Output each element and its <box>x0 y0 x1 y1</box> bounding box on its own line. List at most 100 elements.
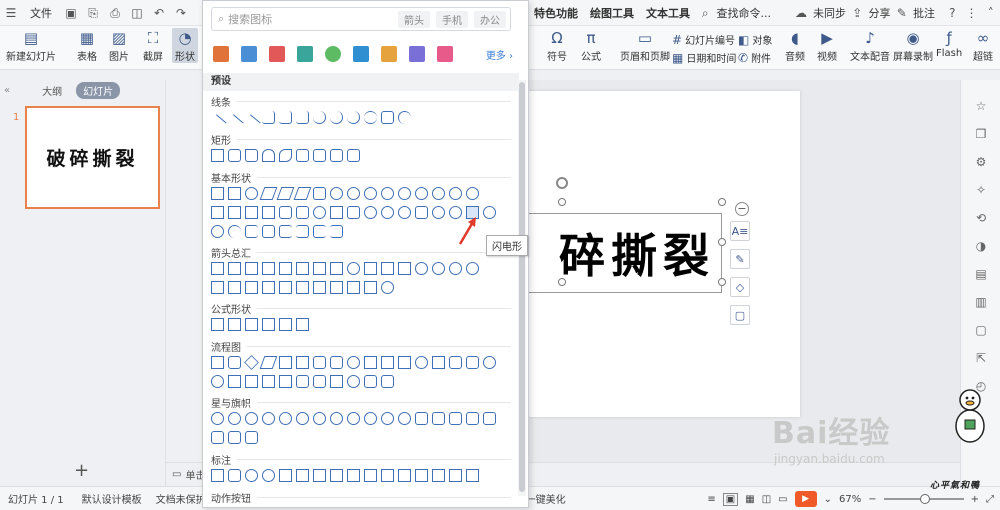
zoom-slider[interactable] <box>883 494 964 504</box>
border-callout3-shape[interactable] <box>449 469 462 482</box>
resize-handle-top[interactable] <box>558 198 566 206</box>
transition-icon[interactable]: ⟲ <box>973 210 989 226</box>
curved-ribbon-down-shape[interactable] <box>466 412 479 425</box>
flash-button[interactable]: ƒ Flash <box>936 28 962 59</box>
decagon-shape[interactable] <box>398 187 411 200</box>
oval-callout-shape[interactable] <box>245 469 258 482</box>
collapse-icon[interactable]: ˄ <box>986 6 997 20</box>
slide-canvas[interactable]: 碎撕裂 <box>508 91 800 417</box>
quad-arrow-callout-shape[interactable] <box>364 281 377 294</box>
down-arrow-shape[interactable] <box>262 262 275 275</box>
video-button[interactable]: ▶ 视频 <box>816 28 838 63</box>
smiley-face-shape[interactable] <box>432 206 445 219</box>
equal-shape[interactable] <box>279 318 292 331</box>
no-symbol-shape[interactable] <box>381 206 394 219</box>
right-arrow-callout-shape[interactable] <box>279 281 292 294</box>
bent-arrow-shape[interactable] <box>347 262 360 275</box>
line-callout2-shape[interactable] <box>296 469 309 482</box>
pie-shape[interactable] <box>432 187 445 200</box>
up-arrow-callout-shape[interactable] <box>313 281 326 294</box>
rectangle-shape[interactable] <box>211 149 224 162</box>
tag-arrow[interactable]: 箭头 <box>398 10 430 28</box>
curved-up-arrow-shape[interactable] <box>449 262 462 275</box>
format-icon[interactable]: ⚙ <box>973 154 989 170</box>
moon-shape[interactable] <box>211 225 224 238</box>
bookmark-icon[interactable] <box>269 46 285 62</box>
plus-shape[interactable] <box>211 318 224 331</box>
half-frame-shape[interactable] <box>228 206 241 219</box>
reading-view-icon[interactable]: ◫ <box>762 494 771 505</box>
vertical-scroll-shape[interactable] <box>483 412 496 425</box>
resize-handle-right[interactable] <box>718 238 726 246</box>
flow-alternate-process-shape[interactable] <box>228 356 241 369</box>
diag-round-rect-shape[interactable] <box>279 149 292 162</box>
bent-up-arrow-shape[interactable] <box>398 262 411 275</box>
dodecagon-shape[interactable] <box>415 187 428 200</box>
picture-button[interactable]: ▨ 图片 <box>108 28 130 63</box>
flow-display-shape[interactable] <box>381 375 394 388</box>
star16-shape[interactable] <box>364 412 377 425</box>
collapse-toolbar-button[interactable]: − <box>735 202 749 216</box>
sorter-view-icon[interactable]: ▦ <box>745 494 754 505</box>
shape-panel-scrollbar[interactable] <box>518 80 526 496</box>
template-name[interactable]: 默认设计模板 <box>82 491 142 506</box>
pen-icon[interactable]: ✎ <box>730 249 750 269</box>
flow-connector-shape[interactable] <box>415 356 428 369</box>
horizontal-scroll-shape[interactable] <box>211 431 224 444</box>
template-icon[interactable]: ▥ <box>973 294 989 310</box>
triangle-shape[interactable] <box>276 187 295 200</box>
flow-direct-storage-shape[interactable] <box>364 375 377 388</box>
flow-multidocument-shape[interactable] <box>330 356 343 369</box>
ribbon-down-shape[interactable] <box>432 412 445 425</box>
snip-same-side-shape[interactable] <box>296 149 309 162</box>
curve-shape[interactable] <box>364 111 377 124</box>
star32-shape[interactable] <box>398 412 411 425</box>
house-icon[interactable] <box>381 46 397 62</box>
flow-document-shape[interactable] <box>313 356 326 369</box>
curved-double-arrow-shape[interactable] <box>347 111 360 124</box>
double-bracket-shape[interactable] <box>245 225 258 238</box>
flow-or-shape[interactable] <box>211 375 224 388</box>
right-bracket-shape[interactable] <box>296 225 309 238</box>
flow-manual-input-shape[interactable] <box>381 356 394 369</box>
accent-callout4-shape[interactable] <box>398 469 411 482</box>
flow-decision-shape[interactable] <box>244 355 259 370</box>
wave-shape[interactable] <box>228 431 241 444</box>
left-brace-shape[interactable] <box>313 225 326 238</box>
donut-shape[interactable] <box>364 206 377 219</box>
play-slideshow-button[interactable]: ▶ <box>794 491 817 507</box>
person-icon[interactable] <box>409 46 425 62</box>
preview-icon[interactable]: ◫ <box>130 6 144 20</box>
frame-shape[interactable] <box>211 206 224 219</box>
star8-shape[interactable] <box>313 412 326 425</box>
notched-right-arrow-shape[interactable] <box>228 281 241 294</box>
flow-punched-tape-shape[interactable] <box>466 356 479 369</box>
resize-handle-bottom[interactable] <box>558 278 566 286</box>
monitor-icon[interactable] <box>353 46 369 62</box>
trapezoid2-shape[interactable] <box>313 187 326 200</box>
down-arrow-callout-shape[interactable] <box>330 281 343 294</box>
left-right-arrow-shape[interactable] <box>279 262 292 275</box>
curved-ribbon-up-shape[interactable] <box>449 412 462 425</box>
flow-summing-junction-shape[interactable] <box>483 356 496 369</box>
slide-number-button[interactable]: # 幻灯片编号 <box>672 32 735 48</box>
pentagon-arrow-shape[interactable] <box>245 281 258 294</box>
attachment-button[interactable]: ✆ 附件 <box>738 50 771 66</box>
fit-icon[interactable]: ⤢ <box>986 494 994 505</box>
export-icon[interactable]: ⎘ <box>86 6 100 20</box>
double-wave-shape[interactable] <box>245 431 258 444</box>
right-arrow-shape[interactable] <box>211 262 224 275</box>
octagon-shape[interactable] <box>381 187 394 200</box>
star12-shape[interactable] <box>347 412 360 425</box>
explosion2-shape[interactable] <box>228 412 241 425</box>
up-arrow-shape[interactable] <box>245 262 258 275</box>
line-callout1-shape[interactable] <box>279 469 292 482</box>
file-menu[interactable]: 文件 <box>22 5 60 21</box>
cloud-callout-shape[interactable] <box>262 469 275 482</box>
plaque-shape[interactable] <box>296 206 309 219</box>
text-dub-button[interactable]: ♪ 文本配音 <box>850 28 890 63</box>
audio-button[interactable]: ◖ 音频 <box>784 28 806 63</box>
ribbon-up-shape[interactable] <box>415 412 428 425</box>
line-callout3-shape[interactable] <box>313 469 326 482</box>
divide-shape[interactable] <box>262 318 275 331</box>
